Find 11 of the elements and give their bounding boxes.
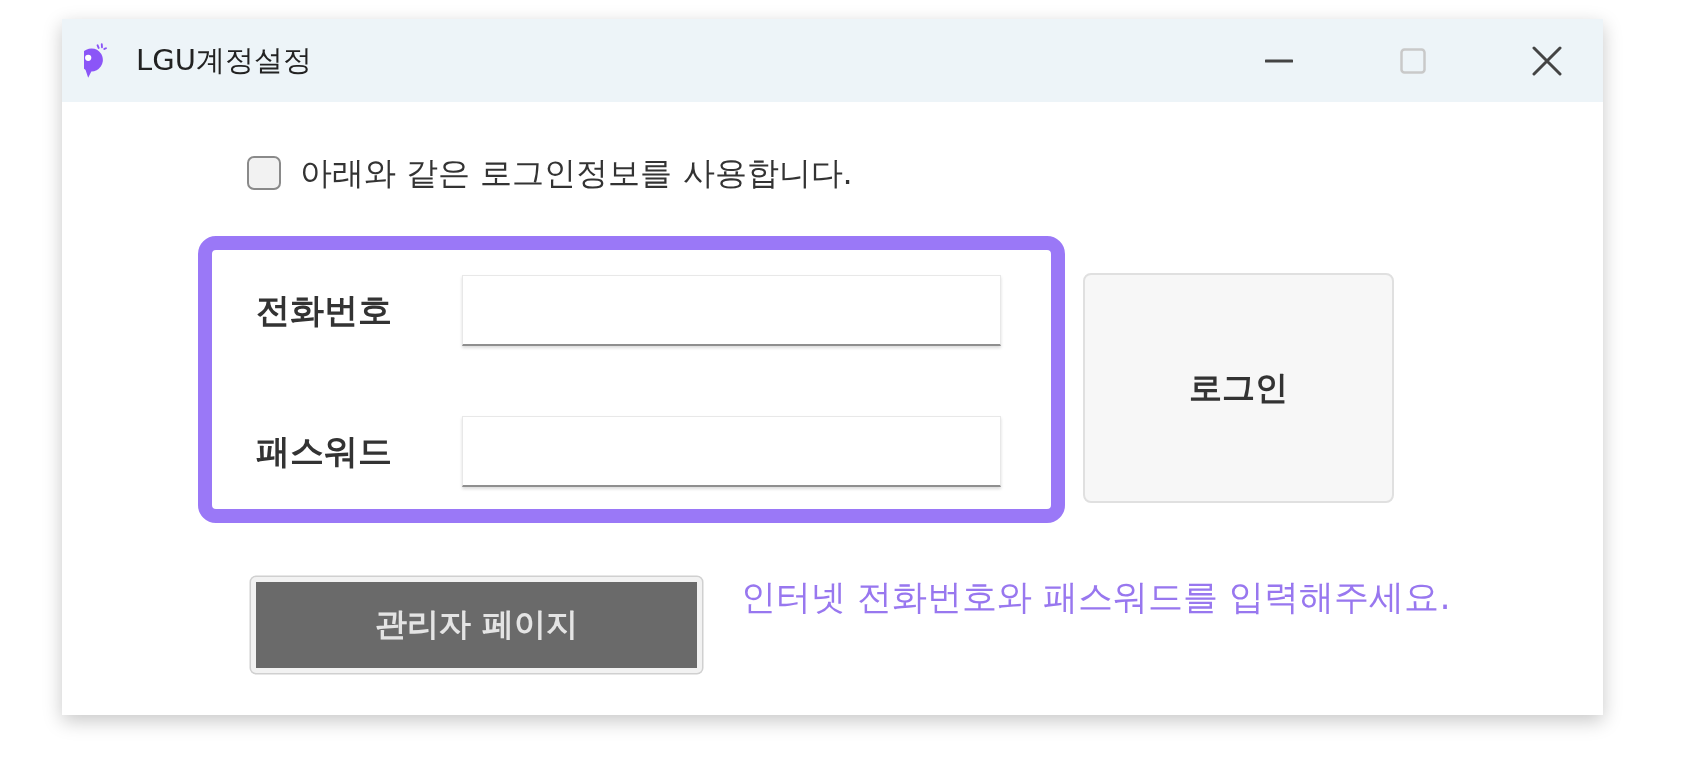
window-title: LGU계정설정 xyxy=(136,41,312,79)
checkbox[interactable] xyxy=(247,156,281,190)
field-label: 전화번호 xyxy=(256,288,393,332)
input-field[interactable] xyxy=(462,416,1001,487)
app-logo-icon xyxy=(84,42,107,79)
admin-page-button[interactable]: 관리자 페이지 xyxy=(251,577,702,673)
field-label: 패스워드 xyxy=(256,429,393,473)
hint-text: 인터넷 전화번호와 패스워드를 입력해주세요. xyxy=(741,577,1451,617)
input-field[interactable] xyxy=(462,275,1001,346)
login-button[interactable]: 로그인 xyxy=(1083,273,1394,503)
checkbox-label: 아래와 같은 로그인정보를 사용합니다. xyxy=(300,155,853,191)
